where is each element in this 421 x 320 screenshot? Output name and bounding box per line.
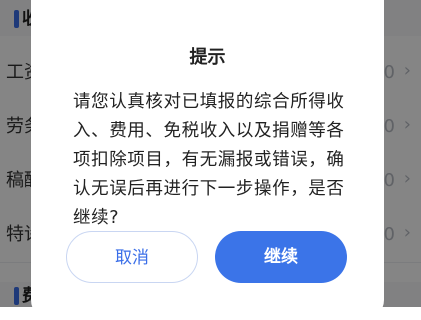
dialog-title: 提示 [189, 47, 226, 68]
continue-button[interactable]: 继续 [215, 231, 347, 283]
dialog-message: 请您认真核对已填报的综合所得收入、费用、免税收入以及捐赠等各项扣除项目，有无漏报… [73, 92, 345, 228]
cancel-button[interactable]: 取消 [66, 231, 198, 283]
